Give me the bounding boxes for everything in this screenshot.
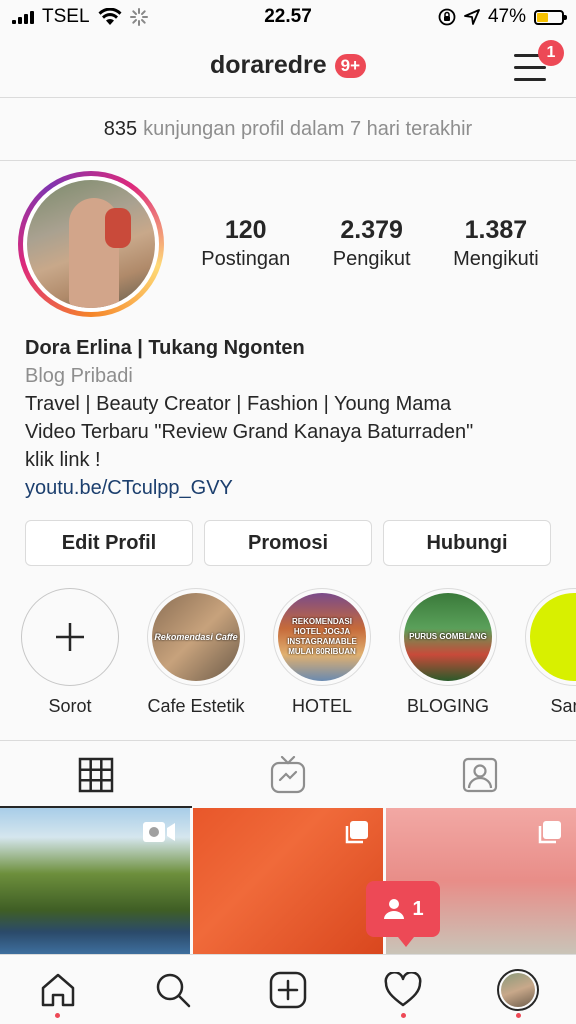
posts-label: Postingan — [201, 248, 291, 270]
highlight-cover-text: PURUS GOMBLANG — [409, 632, 487, 641]
stat-posts[interactable]: 120 Postingan — [201, 214, 290, 272]
carousel-icon — [345, 821, 368, 844]
highlight-cafe-estetik[interactable]: Rekomendasi Caffe Cafe Estetik — [146, 588, 246, 717]
bio-line-3: klik link ! — [25, 449, 101, 471]
igtv-icon — [270, 755, 306, 793]
highlight-label: Sorot — [48, 696, 92, 716]
new-post-icon — [269, 971, 307, 1008]
promote-button[interactable]: Promosi — [204, 520, 372, 566]
followers-label: Pengikut — [332, 248, 411, 270]
wifi-icon — [98, 8, 122, 25]
heart-icon — [384, 971, 422, 1006]
home-icon — [41, 973, 74, 1006]
video-icon — [143, 822, 175, 842]
grid-icon — [78, 757, 114, 792]
stat-followers[interactable]: 2.379 Pengikut — [333, 214, 411, 272]
highlight-cover: Rekomendasi Caffe — [152, 593, 240, 681]
post-thumbnail[interactable] — [0, 808, 190, 954]
posts-count: 120 — [224, 216, 267, 244]
highlight-cover — [530, 593, 576, 681]
highlight-bloging[interactable]: PURUS GOMBLANG BLOGING — [398, 588, 498, 717]
new-follower-notification[interactable]: 1 — [366, 881, 440, 947]
signal-icon — [12, 10, 34, 24]
profile-bio: Dora Erlina | Tukang Ngonten Blog Pribad… — [25, 334, 555, 502]
stat-following[interactable]: 1.387 Mengikuti — [453, 214, 539, 272]
tab-igtv[interactable] — [192, 741, 384, 808]
edit-profile-button[interactable]: Edit Profil — [25, 520, 193, 566]
highlight-cover: PURUS GOMBLANG — [404, 593, 492, 681]
following-count: 1.387 — [464, 216, 528, 244]
highlight-label: Cafe Estetik — [147, 696, 245, 716]
location-arrow-icon — [464, 9, 480, 25]
display-name: Dora Erlina | Tukang Ngonten — [25, 337, 305, 359]
tagged-icon — [462, 757, 498, 792]
highlight-label: BLOGING — [406, 696, 490, 716]
bio-link[interactable]: youtu.be/CTculpp_GVY — [25, 474, 555, 502]
new-follower-count: 1 — [412, 897, 424, 920]
battery-icon — [534, 9, 567, 25]
contact-button[interactable]: Hubungi — [383, 520, 551, 566]
nav-search[interactable] — [115, 955, 230, 1024]
home-activity-dot — [55, 1013, 61, 1018]
profile-header: doraredre 9+ 1 — [0, 34, 576, 98]
highlight-new[interactable]: Sorot — [20, 588, 120, 717]
carrier-name: TSEL — [42, 6, 90, 27]
person-icon — [384, 899, 405, 919]
activity-dot — [400, 1013, 406, 1018]
battery-percent: 47% — [487, 6, 526, 27]
plus-icon — [26, 593, 114, 681]
profile-photo — [27, 180, 155, 308]
loading-spinner-icon — [129, 8, 148, 26]
visits-text: kunjungan profil dalam 7 hari terakhir — [143, 118, 473, 140]
status-bar: TSEL 22.57 47% — [0, 0, 576, 34]
highlight-label: Samb — [550, 696, 576, 716]
followers-count: 2.379 — [340, 216, 403, 244]
tab-tagged[interactable] — [384, 741, 576, 808]
profile-content-tabs — [0, 740, 576, 808]
post-thumbnail[interactable] — [193, 808, 383, 954]
account-notification-badge[interactable]: 9+ — [334, 53, 367, 78]
profile-category: Blog Pribadi — [25, 365, 133, 387]
highlight-cover-text: Rekomendasi Caffe — [154, 632, 238, 642]
profile-visits-banner[interactable]: 835 kunjungan profil dalam 7 hari terakh… — [0, 99, 576, 161]
carousel-icon — [538, 821, 561, 844]
visits-count: 835 — [103, 118, 138, 140]
highlight-hotel[interactable]: REKOMENDASI HOTEL JOGJA INSTAGRAMABLE MU… — [272, 588, 372, 717]
bottom-navigation — [0, 954, 576, 1024]
nav-profile[interactable] — [461, 955, 576, 1024]
menu-button[interactable]: 1 — [514, 40, 564, 82]
profile-avatar — [497, 968, 540, 1011]
profile-stats: 120 Postingan 2.379 Pengikut 1.387 Mengi… — [180, 214, 560, 272]
rotation-lock-icon — [438, 8, 456, 26]
profile-avatar-story-ring[interactable] — [18, 171, 164, 317]
highlight-samb[interactable]: Samb — [524, 588, 576, 717]
highlight-cover: REKOMENDASI HOTEL JOGJA INSTAGRAMABLE MU… — [278, 593, 366, 681]
profile-action-buttons: Edit Profil Promosi Hubungi — [25, 520, 551, 566]
nav-new-post[interactable] — [230, 955, 345, 1024]
profile-dot — [515, 1013, 521, 1018]
username[interactable]: doraredre — [210, 51, 327, 80]
bio-line-2: Video Terbaru "Review Grand Kanaya Batur… — [25, 421, 474, 443]
nav-home[interactable] — [0, 955, 115, 1024]
following-label: Mengikuti — [453, 248, 539, 270]
highlight-cover-text: REKOMENDASI HOTEL JOGJA INSTAGRAMABLE MU… — [287, 617, 357, 656]
highlight-label: HOTEL — [291, 696, 352, 716]
menu-notification-badge: 1 — [538, 40, 564, 66]
story-highlights: Sorot Rekomendasi Caffe Cafe Estetik REK… — [0, 588, 576, 728]
bio-line-1: Travel | Beauty Creator | Fashion | Youn… — [25, 393, 452, 415]
posts-grid — [0, 808, 576, 954]
nav-activity[interactable] — [346, 955, 461, 1024]
tab-grid[interactable] — [0, 741, 192, 808]
search-icon — [156, 973, 191, 1007]
